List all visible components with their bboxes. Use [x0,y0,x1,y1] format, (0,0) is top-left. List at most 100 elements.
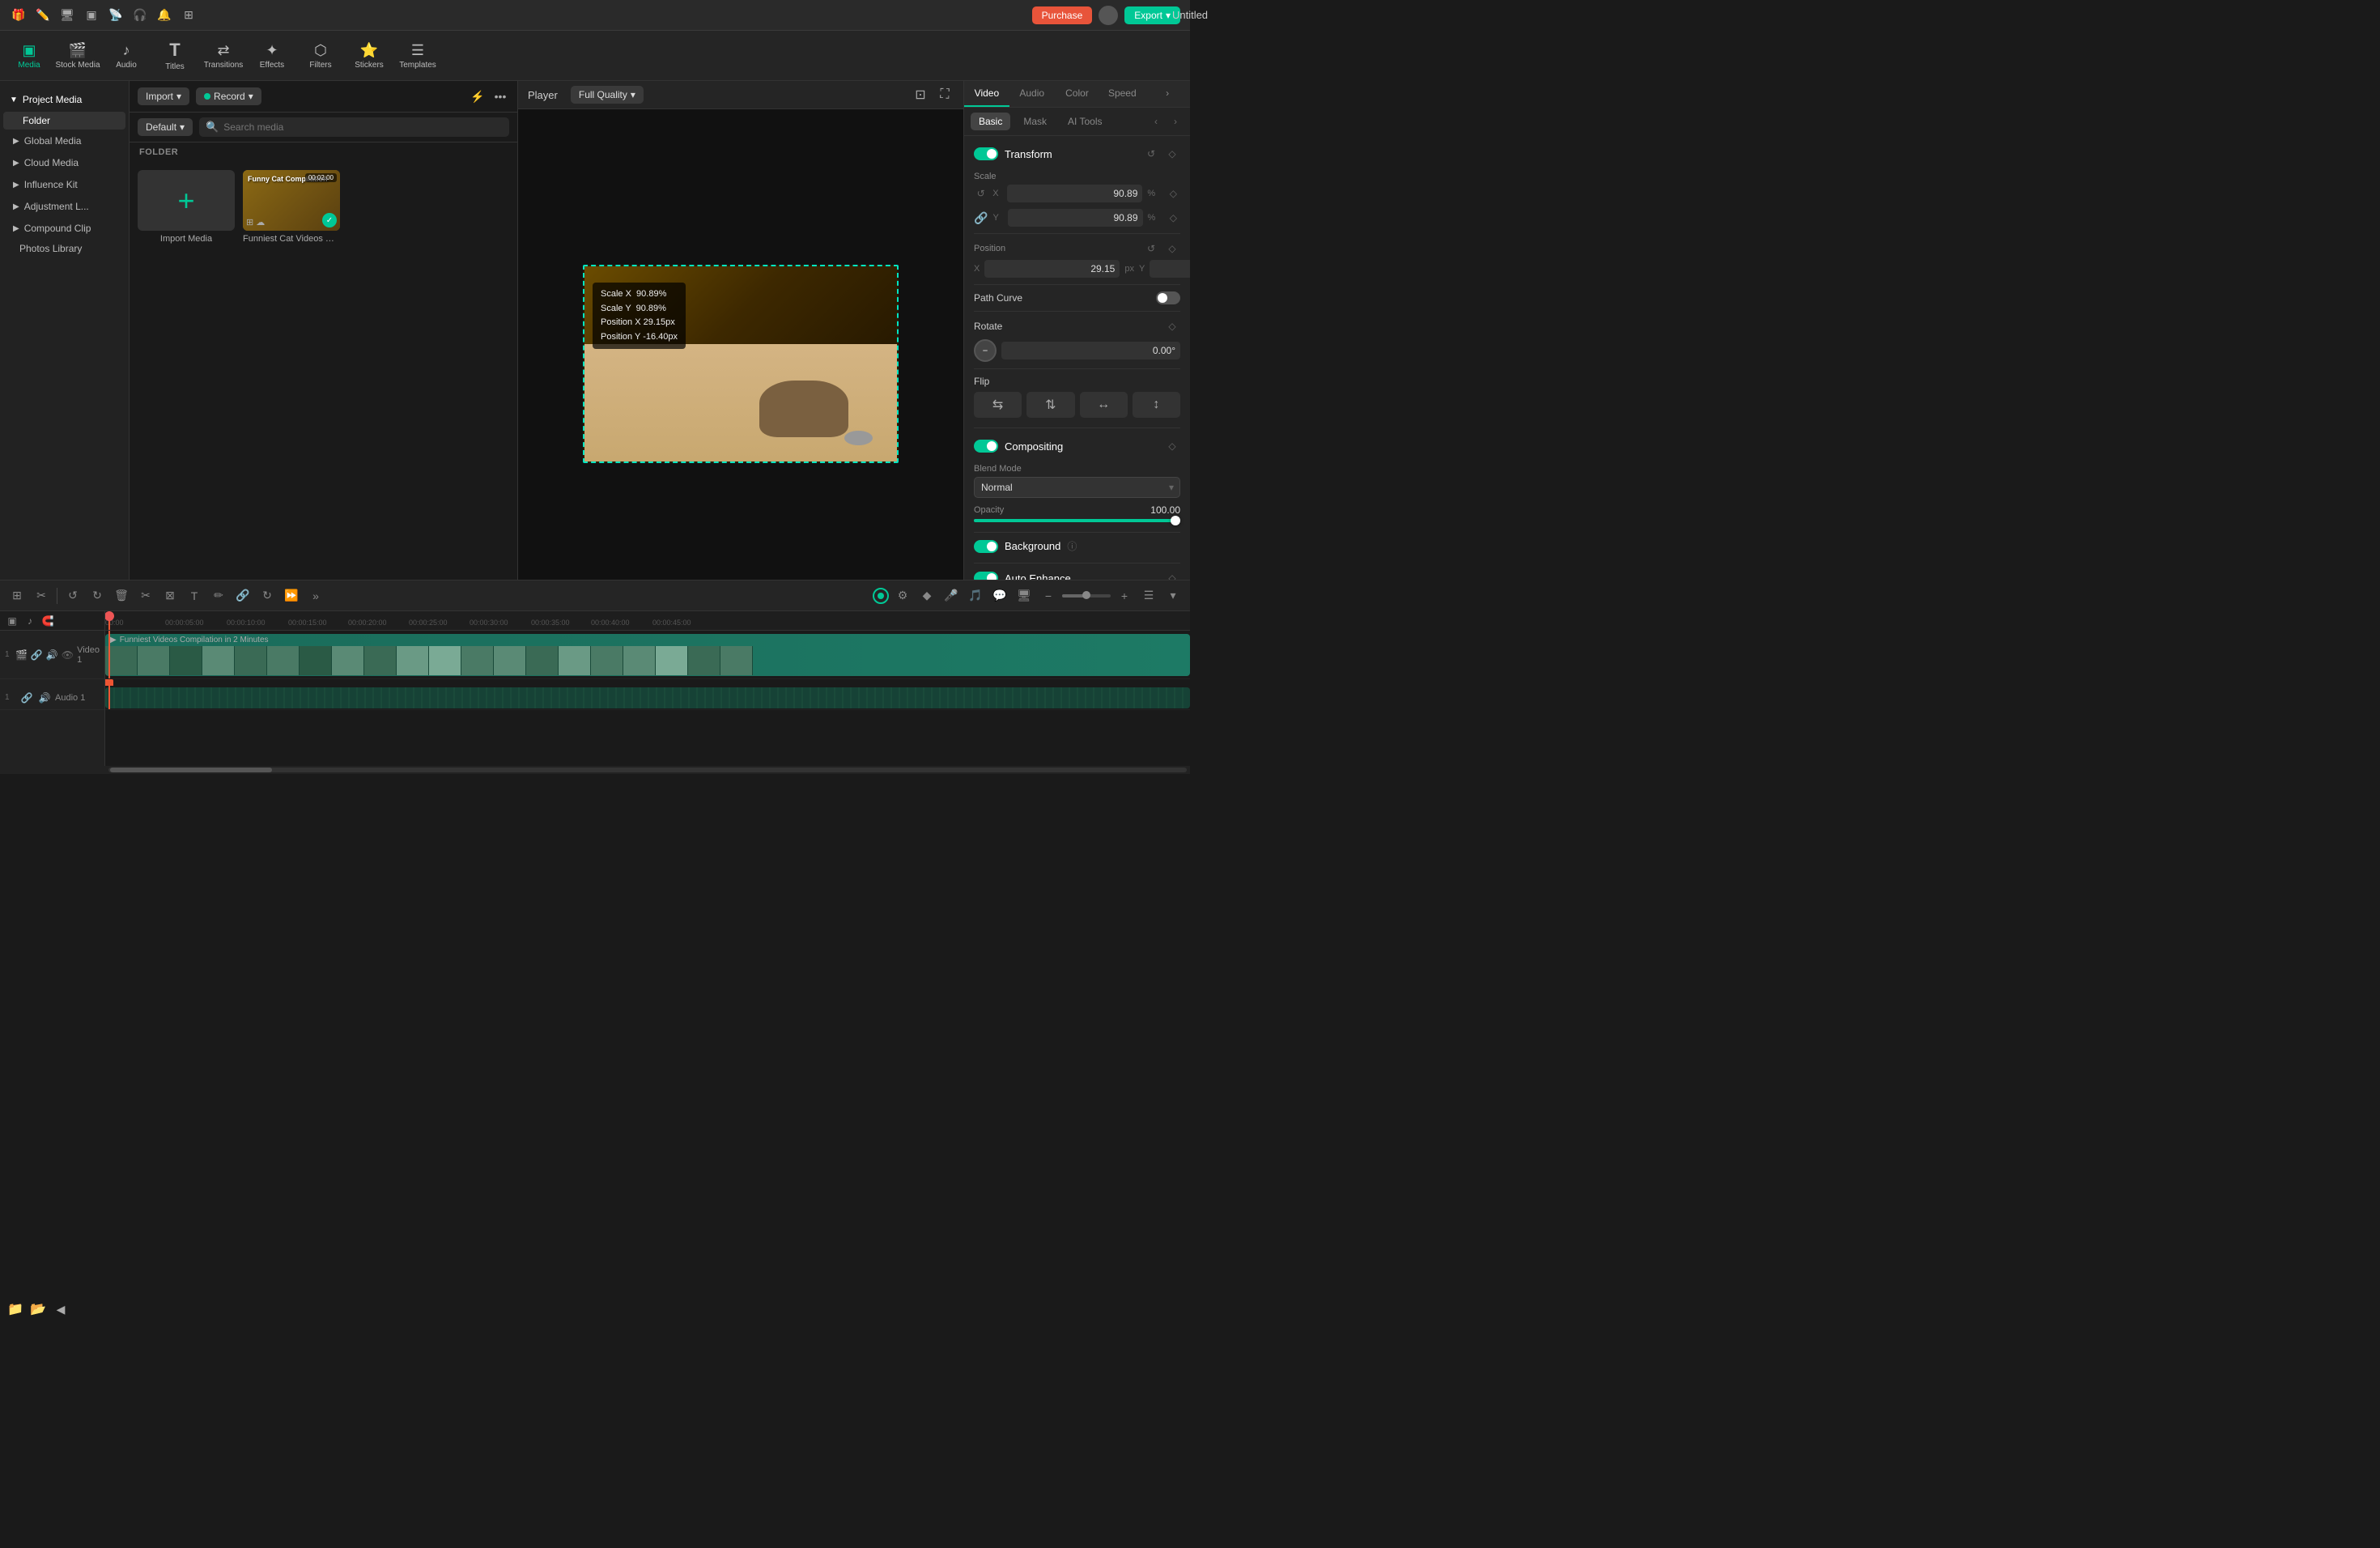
video-icon[interactable]: 🎬 [15,648,28,662]
layout-icon[interactable]: ▣ [83,6,100,24]
tool-titles[interactable]: T Titles [152,35,198,77]
transform-keyframe-icon[interactable]: ◇ [1164,146,1180,162]
subtab-ai-tools[interactable]: AI Tools [1060,113,1110,130]
crop-button[interactable]: ⊠ [159,585,181,606]
wifi-icon[interactable]: 📡 [107,6,125,24]
project-media-section[interactable]: ▼ Project Media [0,87,129,112]
multi-select-button[interactable]: ⊞ [6,585,28,606]
delete-button[interactable]: 🗑 [111,585,132,606]
import-button[interactable]: Import ▾ [138,87,189,105]
rotate-input[interactable] [1001,342,1180,359]
voice-button[interactable]: 💬 [989,585,1010,606]
split-view-icon[interactable]: ⊡ [912,86,929,104]
sidebar-item-adjustment[interactable]: ▶ Adjustment L... [3,196,125,217]
flip-horizontal-button[interactable]: ⇆ [974,392,1022,418]
background-info-icon[interactable]: ⓘ [1067,539,1077,553]
zoom-slider[interactable] [1062,594,1111,598]
scrollbar-thumb[interactable] [110,768,272,772]
auto-enhance-toggle[interactable] [974,572,998,580]
chevron-left-icon[interactable]: ‹ [1148,113,1164,130]
more-tl-button[interactable]: » [305,585,326,606]
display-icon[interactable]: 🖥 [58,6,76,24]
tab-audio[interactable]: Audio [1009,81,1055,107]
video-eye-icon[interactable]: 👁 [62,648,74,662]
audio-mute-icon[interactable]: 🔊 [37,691,52,705]
blend-mode-select[interactable]: Normal [974,477,1180,498]
rotate-keyframe-icon[interactable]: ◇ [1164,318,1180,334]
marker-button[interactable]: ◆ [916,585,937,606]
tab-speed[interactable]: Speed [1099,81,1145,107]
compositing-expand-icon[interactable]: ◇ [1164,438,1180,454]
audio-track-area[interactable] [105,686,1190,710]
opacity-slider[interactable] [974,519,1180,522]
scale-y-input[interactable] [1008,209,1143,227]
lock-icon[interactable]: 🔗 [974,211,988,225]
quality-button[interactable]: Full Quality ▾ [571,86,644,104]
video-media-item[interactable]: Funny Cat Compilation 00:02:00 ⊞ ☁ ✓ Fun… [243,170,340,244]
cut-button[interactable]: ✂ [135,585,156,606]
transform-reset-icon[interactable]: ↺ [1143,146,1159,162]
position-keyframe-icon[interactable]: ◇ [1164,240,1180,257]
blade-button[interactable]: ✂ [31,585,52,606]
adjust-button[interactable]: ⚙ [892,585,913,606]
sidebar-item-influence-kit[interactable]: ▶ Influence Kit [3,174,125,195]
sidebar-item-cloud-media[interactable]: ▶ Cloud Media [3,152,125,173]
tool-stock-media[interactable]: 🎬 Stock Media [55,35,100,77]
list-view-button[interactable]: ☰ [1138,585,1159,606]
purchase-button[interactable]: Purchase [1032,6,1093,24]
flip-v2-button[interactable]: ↕ [1133,392,1180,418]
search-input[interactable] [223,121,503,133]
tool-media[interactable]: ▣ Media [6,35,52,77]
search-box[interactable]: 🔍 [199,117,509,137]
add-audio-track-button[interactable]: ♪ [23,614,37,628]
background-toggle[interactable] [974,540,998,553]
mic-button[interactable]: 🎤 [941,585,962,606]
audio-clip[interactable] [105,687,1190,708]
scrollbar-track[interactable] [108,768,1187,772]
filter-icon[interactable]: ⚡ [469,87,487,105]
avatar[interactable] [1099,6,1118,25]
tool-transitions[interactable]: ⇄ Transitions [201,35,246,77]
tab-expand[interactable]: › [1145,81,1190,107]
chevron-right-icon[interactable]: › [1167,113,1184,130]
fullscreen-icon[interactable]: ⛶ [936,86,954,104]
tool-audio[interactable]: ♪ Audio [104,35,149,77]
video-mute-icon[interactable]: 🔊 [46,648,58,662]
cursor-icon[interactable]: ✏️ [34,6,52,24]
grid-icon[interactable]: ⊞ [180,6,198,24]
bell-icon[interactable]: 🔔 [155,6,173,24]
timeline-scrollbar[interactable] [0,766,1190,774]
speed-button[interactable]: ⏩ [281,585,302,606]
magnet-button[interactable]: 🧲 [40,614,55,628]
link-button[interactable]: 🔗 [232,585,253,606]
sidebar-item-compound-clip[interactable]: ▶ Compound Clip [3,218,125,239]
default-sort-button[interactable]: Default ▾ [138,118,193,136]
flip-vertical-button[interactable]: ⇅ [1026,392,1074,418]
screen-record-button[interactable]: 🖥 [1014,585,1035,606]
tool-effects[interactable]: ✦ Effects [249,35,295,77]
subtab-mask[interactable]: Mask [1015,113,1055,130]
zoom-in-button[interactable]: + [1114,585,1135,606]
flip-h2-button[interactable]: ↔ [1080,392,1128,418]
import-media-thumb[interactable]: + [138,170,235,231]
scale-y-keyframe-icon[interactable]: ◇ [1167,210,1180,226]
tool-stickers[interactable]: ⭐ Stickers [346,35,392,77]
empty-track-area[interactable] [105,710,1190,766]
import-media-item[interactable]: + Import Media [138,170,235,244]
path-curve-toggle[interactable] [1156,291,1180,304]
video-media-thumb[interactable]: Funny Cat Compilation 00:02:00 ⊞ ☁ ✓ [243,170,340,231]
tl-more-button[interactable]: ▾ [1162,585,1184,606]
sidebar-item-global-media[interactable]: ▶ Global Media [3,130,125,151]
redo-button[interactable]: ↻ [87,585,108,606]
video-preview[interactable]: Scale X 90.89% Scale Y 90.89% Position X… [583,265,899,463]
more-icon[interactable]: ••• [491,87,509,105]
position-x-input[interactable] [984,260,1120,278]
compositing-toggle[interactable] [974,440,998,453]
sidebar-item-photos-library[interactable]: Photos Library [0,240,129,257]
scale-x-keyframe-icon[interactable]: ◇ [1167,185,1180,202]
transform-toggle[interactable] [974,147,998,160]
tool-templates[interactable]: ☰ Templates [395,35,440,77]
draw-button[interactable]: ✏ [208,585,229,606]
record-button[interactable]: Record ▾ [196,87,261,105]
sidebar-folder-item[interactable]: Folder [3,112,125,130]
